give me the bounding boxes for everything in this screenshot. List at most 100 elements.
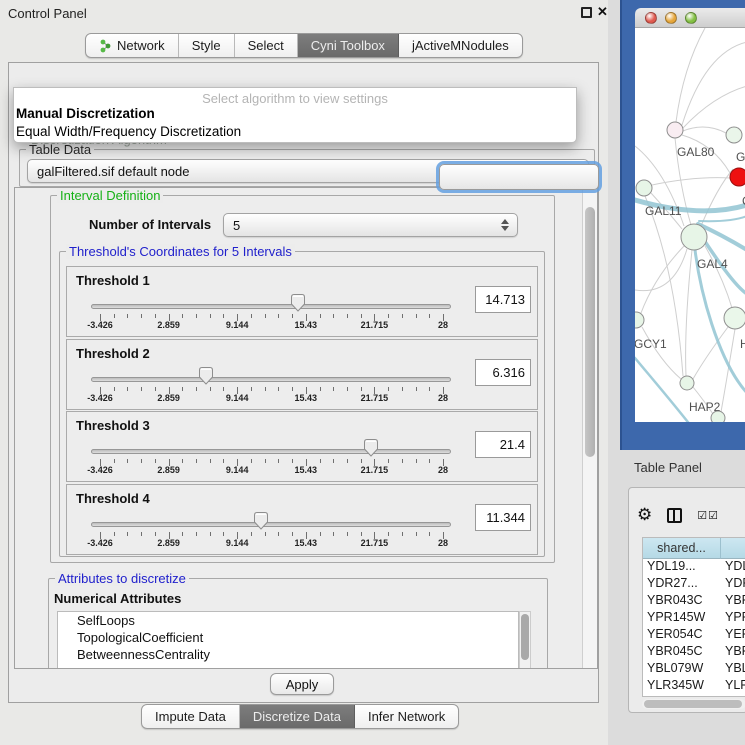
threshold-label: Threshold 1: [76, 273, 150, 288]
column-header[interactable]: shared...: [643, 538, 721, 559]
slider-track[interactable]: [91, 304, 451, 309]
settings-scrollbar[interactable]: [582, 188, 597, 668]
threshold-value-field[interactable]: 14.713: [475, 286, 531, 313]
table-cell: YBR045C: [643, 644, 721, 661]
network-graph: GAL80GAGAL11CGAL4GCY1HHAP2: [635, 28, 745, 422]
gear-icon[interactable]: ⚙: [637, 505, 652, 525]
node-gal11[interactable]: [636, 180, 652, 196]
attribute-item[interactable]: SelfLoops: [58, 612, 518, 629]
algorithm-combobox[interactable]: [439, 164, 599, 190]
node-table[interactable]: shared...name YDL19...YDL1YDR27...YDR2YB…: [642, 537, 745, 697]
float-window-icon[interactable]: [581, 7, 592, 18]
table-cell: YDR2: [721, 576, 745, 593]
threshold-value-field[interactable]: 21.4: [475, 431, 531, 458]
node-gcy1[interactable]: [635, 312, 644, 328]
table-hscrollbar[interactable]: [642, 699, 745, 709]
tab-impute-data[interactable]: Impute Data: [142, 705, 240, 728]
algorithm-option[interactable]: Manual Discretization: [16, 106, 155, 121]
mac-close-light[interactable]: [645, 12, 657, 24]
tab-style[interactable]: Style: [179, 34, 235, 57]
mac-zoom-light[interactable]: [685, 12, 697, 24]
columns-icon[interactable]: [667, 508, 682, 523]
tick-label: 21.715: [361, 393, 389, 403]
threshold-value-field[interactable]: 6.316: [475, 359, 531, 386]
table-cell: YBL0: [721, 661, 745, 678]
network-window: GAL80GAGAL11CGAL4GCY1HHAP2: [620, 0, 745, 450]
control-panel: Control Panel ✕ NetworkStyleSelectCyni T…: [0, 0, 608, 745]
node-hap2[interactable]: [680, 376, 694, 390]
slider-handle[interactable]: [198, 366, 214, 385]
tab-discretize-data[interactable]: Discretize Data: [240, 705, 355, 728]
table-panel: ⚙ ☑☑ shared...name YDL19...YDL1YDR27...Y…: [628, 487, 745, 713]
table-body: YDL19...YDL1YDR27...YDR2YBR043CYBR0YPR14…: [643, 559, 745, 697]
number-of-intervals-combobox[interactable]: 5: [223, 213, 518, 237]
node-h[interactable]: [724, 307, 745, 329]
top-tab-bar: NetworkStyleSelect Cyni Toolbox jActiveMNo…: [85, 33, 523, 58]
attribute-item[interactable]: TopologicalCoefficient: [58, 629, 518, 646]
interval-definition-group: Interval Definition Number of Intervals …: [50, 195, 555, 563]
slider-handle[interactable]: [290, 293, 306, 312]
tab-cyni-toolbox[interactable]: Cyni Toolbox: [298, 34, 399, 57]
algorithm-option[interactable]: Equal Width/Frequency Discretization: [16, 124, 241, 139]
table-hscrollbar-thumb[interactable]: [644, 700, 742, 708]
table-data-combobox-value: galFiltered.sif default node: [37, 164, 189, 179]
threshold-label: Threshold 2: [76, 346, 150, 361]
network-canvas[interactable]: GAL80GAGAL11CGAL4GCY1HHAP2: [635, 28, 745, 422]
table-row[interactable]: YPR145WYPR1: [643, 610, 745, 627]
slider-handle[interactable]: [363, 438, 379, 457]
apply-button[interactable]: Apply: [270, 673, 334, 695]
tab-network[interactable]: Network: [86, 34, 179, 57]
table-cell: YDL1: [721, 559, 745, 576]
threshold-panel: Threshold 4-3.4262.8599.14415.4321.71528…: [66, 484, 538, 555]
column-header[interactable]: name: [721, 538, 745, 559]
table-cell: YDL19...: [643, 559, 721, 576]
table-panel-title: Table Panel: [634, 460, 702, 475]
interval-definition-title: Interval Definition: [57, 188, 163, 203]
tab-infer-network[interactable]: Infer Network: [355, 705, 458, 728]
close-icon[interactable]: ✕: [597, 4, 608, 20]
attributes-list-scrollbar[interactable]: [519, 611, 531, 669]
tick-label: 28: [438, 538, 448, 548]
table-row[interactable]: YIL052CYIL0: [643, 695, 745, 697]
settings-scrollpane: Interval Definition Number of Intervals …: [14, 187, 598, 669]
tick-label: 28: [438, 465, 448, 475]
node-gal4[interactable]: [681, 224, 707, 250]
tick-label: -3.426: [87, 538, 113, 548]
table-row[interactable]: YBR045CYBR0: [643, 644, 745, 661]
tick-label: 15.43: [295, 465, 318, 475]
tick-label: 2.859: [157, 393, 180, 403]
tab-jactivemnodules[interactable]: jActiveMNodules: [399, 34, 522, 57]
table-row[interactable]: YDR27...YDR2: [643, 576, 745, 593]
table-cell: YER0: [721, 627, 745, 644]
tick-label: -3.426: [87, 393, 113, 403]
table-row[interactable]: YER054CYER0: [643, 627, 745, 644]
mac-minimize-light[interactable]: [665, 12, 677, 24]
node-pink[interactable]: [667, 122, 683, 138]
slider-handle[interactable]: [253, 511, 269, 530]
settings-scrollbar-thumb[interactable]: [585, 207, 595, 457]
slider-track[interactable]: [91, 377, 451, 382]
slider-track[interactable]: [91, 522, 451, 527]
tab-select[interactable]: Select: [235, 34, 298, 57]
table-row[interactable]: YBL079WYBL0: [643, 661, 745, 678]
table-row[interactable]: YLR345WYLR3: [643, 678, 745, 695]
tick-label: 21.715: [361, 320, 389, 330]
threshold-value-field[interactable]: 11.344: [475, 504, 531, 531]
tick-label: 2.859: [157, 320, 180, 330]
numerical-attributes-list[interactable]: SelfLoopsTopologicalCoefficientBetweenne…: [57, 611, 519, 669]
combo-stepper-icon: [501, 219, 509, 231]
tick-label: 2.859: [157, 538, 180, 548]
tick-label: 9.144: [226, 465, 249, 475]
slider-track[interactable]: [91, 449, 451, 454]
table-row[interactable]: YBR043CYBR0: [643, 593, 745, 610]
tab-label: Cyni Toolbox: [311, 38, 385, 53]
node-green-1[interactable]: [726, 127, 742, 143]
threshold-label: Threshold 4: [76, 491, 150, 506]
attribute-item[interactable]: BetweennessCentrality: [58, 646, 518, 663]
node-red-selected[interactable]: [730, 168, 745, 186]
checkbox-pair-icon[interactable]: ☑☑: [697, 509, 719, 522]
attributes-scrollbar-thumb[interactable]: [521, 614, 529, 660]
network-window-titlebar: [635, 8, 745, 28]
attributes-group-title: Attributes to discretize: [55, 571, 189, 586]
table-row[interactable]: YDL19...YDL1: [643, 559, 745, 576]
